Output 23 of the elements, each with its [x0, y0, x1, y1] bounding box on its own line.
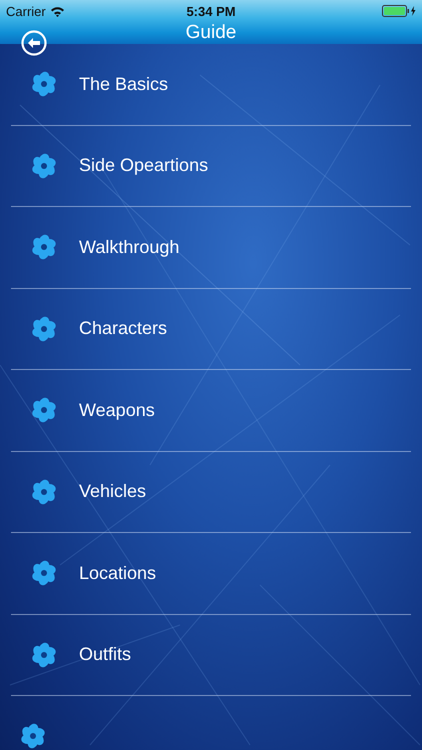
pinwheel-icon — [31, 71, 57, 98]
battery-icon — [382, 5, 416, 17]
status-time: 5:34 PM — [186, 4, 236, 18]
pinwheel-icon — [31, 560, 57, 586]
pinwheel-icon — [31, 234, 57, 260]
pinwheel-icon — [31, 642, 57, 668]
pinwheel-icon — [31, 316, 57, 342]
menu-item[interactable]: Side Opeartions — [11, 126, 411, 207]
nav-title: Guide — [186, 22, 236, 44]
menu-item[interactable]: Vehicles — [11, 452, 411, 533]
menu-item[interactable]: Characters — [11, 288, 411, 370]
wifi-icon — [50, 6, 65, 16]
pinwheel-icon — [31, 152, 57, 179]
menu-item[interactable]: Outfits — [11, 614, 411, 696]
carrier-label: Carrier — [6, 4, 46, 18]
menu-item[interactable]: Locations — [11, 533, 411, 614]
pinwheel-icon — [20, 723, 46, 749]
pinwheel-icon — [31, 397, 57, 424]
menu-item[interactable]: Weapons — [11, 370, 411, 452]
menu-item[interactable]: Walkthrough — [11, 207, 411, 288]
back-button[interactable] — [21, 30, 47, 56]
menu-item[interactable]: The Basics — [11, 44, 411, 126]
pinwheel-icon — [31, 478, 57, 505]
